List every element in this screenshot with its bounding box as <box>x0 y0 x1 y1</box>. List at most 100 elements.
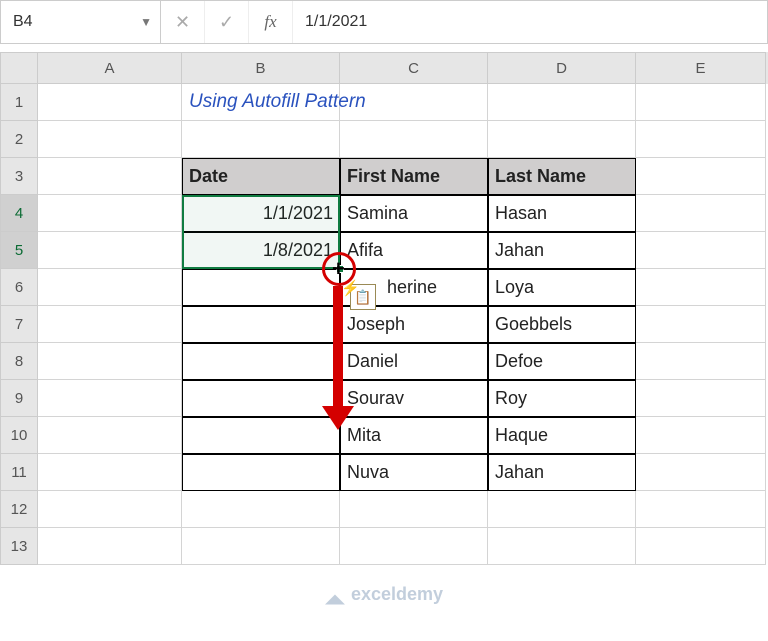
row-head-8[interactable]: 8 <box>0 343 38 380</box>
row-head-5[interactable]: 5 <box>0 232 38 269</box>
cell-B6[interactable] <box>182 269 340 306</box>
autofill-options-button[interactable]: 📋 <box>350 284 376 310</box>
cell-D9[interactable]: Roy <box>488 380 636 417</box>
cell-B2[interactable] <box>182 121 340 158</box>
cell-E13[interactable] <box>636 528 766 565</box>
cell-E3[interactable] <box>636 158 766 195</box>
cancel-button[interactable]: ✕ <box>161 1 205 43</box>
exceldemy-logo-icon <box>325 585 345 605</box>
cell-C7[interactable]: Joseph <box>340 306 488 343</box>
cell-A4[interactable] <box>38 195 182 232</box>
cell-A12[interactable] <box>38 491 182 528</box>
cell-E8[interactable] <box>636 343 766 380</box>
cell-B11[interactable] <box>182 454 340 491</box>
watermark-text: exceldemy <box>351 584 443 605</box>
cell-D10[interactable]: Haque <box>488 417 636 454</box>
formula-input[interactable]: 1/1/2021 <box>293 1 767 43</box>
cell-A2[interactable] <box>38 121 182 158</box>
col-head-A[interactable]: A <box>38 52 182 84</box>
cell-E4[interactable] <box>636 195 766 232</box>
col-head-D[interactable]: D <box>488 52 636 84</box>
cell-B13[interactable] <box>182 528 340 565</box>
table-header-date[interactable]: Date <box>182 158 340 195</box>
row-head-13[interactable]: 13 <box>0 528 38 565</box>
cell-E5[interactable] <box>636 232 766 269</box>
row-head-12[interactable]: 12 <box>0 491 38 528</box>
cell-E1[interactable] <box>636 84 766 121</box>
cell-E12[interactable] <box>636 491 766 528</box>
cell-C1[interactable] <box>340 84 488 121</box>
name-box[interactable]: B4 ▼ <box>1 1 161 43</box>
cell-A11[interactable] <box>38 454 182 491</box>
cell-D13[interactable] <box>488 528 636 565</box>
watermark: exceldemy <box>325 584 443 605</box>
row-head-4[interactable]: 4 <box>0 195 38 232</box>
cell-E11[interactable] <box>636 454 766 491</box>
cell-B10[interactable] <box>182 417 340 454</box>
row-head-11[interactable]: 11 <box>0 454 38 491</box>
row-head-9[interactable]: 9 <box>0 380 38 417</box>
formula-buttons: ✕ ✓ fx <box>161 1 293 43</box>
cell-D7[interactable]: Goebbels <box>488 306 636 343</box>
cell-C8[interactable]: Daniel <box>340 343 488 380</box>
cell-B1[interactable]: Using Autofill Pattern <box>182 84 340 121</box>
row-head-7[interactable]: 7 <box>0 306 38 343</box>
name-box-value: B4 <box>13 13 33 31</box>
column-headers: A B C D E <box>0 52 768 84</box>
cell-C10[interactable]: Mita <box>340 417 488 454</box>
row-head-10[interactable]: 10 <box>0 417 38 454</box>
cell-C2[interactable] <box>340 121 488 158</box>
spreadsheet-grid: A B C D E 1 Using Autofill Pattern 2 3 <box>0 52 768 565</box>
cell-A10[interactable] <box>38 417 182 454</box>
row-head-3[interactable]: 3 <box>0 158 38 195</box>
col-head-E[interactable]: E <box>636 52 766 84</box>
insert-function-button[interactable]: fx <box>249 1 293 43</box>
col-head-C[interactable]: C <box>340 52 488 84</box>
row-head-2[interactable]: 2 <box>0 121 38 158</box>
cell-A3[interactable] <box>38 158 182 195</box>
cell-C9[interactable]: Sourav <box>340 380 488 417</box>
cell-A5[interactable] <box>38 232 182 269</box>
cell-A1[interactable] <box>38 84 182 121</box>
cell-D11[interactable]: Jahan <box>488 454 636 491</box>
cell-D4[interactable]: Hasan <box>488 195 636 232</box>
cell-D5[interactable]: Jahan <box>488 232 636 269</box>
select-all-corner[interactable] <box>0 52 38 84</box>
cell-C11[interactable]: Nuva <box>340 454 488 491</box>
cell-B4[interactable]: 1/1/2021 <box>182 195 340 232</box>
table-header-last[interactable]: Last Name <box>488 158 636 195</box>
cell-E7[interactable] <box>636 306 766 343</box>
cell-A8[interactable] <box>38 343 182 380</box>
cell-D8[interactable]: Defoe <box>488 343 636 380</box>
cell-D12[interactable] <box>488 491 636 528</box>
cell-E2[interactable] <box>636 121 766 158</box>
cell-D6[interactable]: Loya <box>488 269 636 306</box>
row-head-6[interactable]: 6 <box>0 269 38 306</box>
cell-C4[interactable]: Samina <box>340 195 488 232</box>
cell-A7[interactable] <box>38 306 182 343</box>
cell-B12[interactable] <box>182 491 340 528</box>
row-head-1[interactable]: 1 <box>0 84 38 121</box>
table-header-first[interactable]: First Name <box>340 158 488 195</box>
cell-B9[interactable] <box>182 380 340 417</box>
confirm-button[interactable]: ✓ <box>205 1 249 43</box>
cell-A6[interactable] <box>38 269 182 306</box>
cell-C5[interactable]: Afifa <box>340 232 488 269</box>
fill-handle[interactable] <box>336 265 344 273</box>
cell-A9[interactable] <box>38 380 182 417</box>
cell-C13[interactable] <box>340 528 488 565</box>
cell-D2[interactable] <box>488 121 636 158</box>
cell-E6[interactable] <box>636 269 766 306</box>
col-head-B[interactable]: B <box>182 52 340 84</box>
cell-D1[interactable] <box>488 84 636 121</box>
chevron-down-icon[interactable]: ▼ <box>140 15 152 29</box>
cell-B7[interactable] <box>182 306 340 343</box>
cell-B5[interactable]: 1/8/2021 <box>182 232 340 269</box>
formula-input-value: 1/1/2021 <box>305 13 367 31</box>
cell-E10[interactable] <box>636 417 766 454</box>
cell-B8[interactable] <box>182 343 340 380</box>
cell-C12[interactable] <box>340 491 488 528</box>
cell-A13[interactable] <box>38 528 182 565</box>
formula-bar: B4 ▼ ✕ ✓ fx 1/1/2021 <box>0 0 768 44</box>
cell-E9[interactable] <box>636 380 766 417</box>
